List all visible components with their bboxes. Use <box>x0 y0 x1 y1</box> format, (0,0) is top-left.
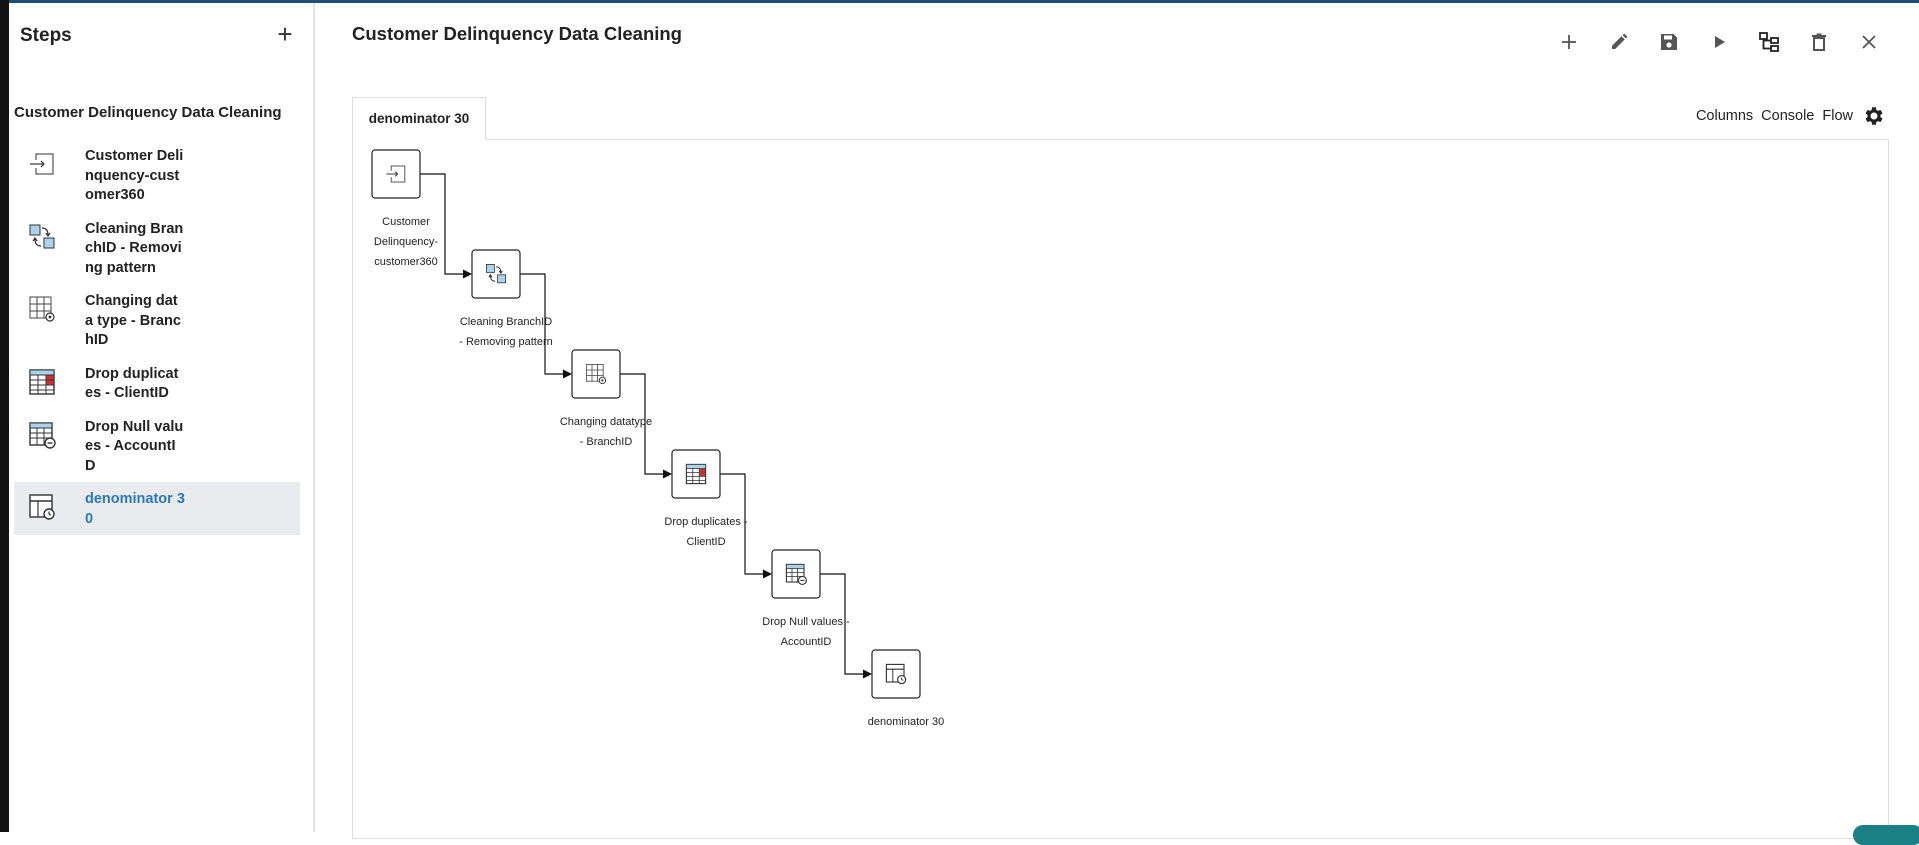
console-link[interactable]: Console <box>1761 108 1814 124</box>
flow-node[interactable]: denominator 30 <box>868 649 944 728</box>
transform-icon <box>27 222 67 252</box>
table-red-icon <box>685 463 707 485</box>
flow-node-label: customer360 <box>374 256 438 268</box>
connector-arrowhead <box>763 569 772 579</box>
flow-node-box <box>571 349 621 399</box>
table-circle-icon <box>27 420 67 450</box>
close-button[interactable] <box>1844 29 1894 59</box>
input-icon <box>27 149 67 179</box>
steps-title: Steps <box>20 25 72 46</box>
sidebar-step-item[interactable]: Changing data type - BranchID <box>14 284 300 357</box>
edit-icon <box>1609 32 1629 57</box>
flow-node-label: AccountID <box>781 636 832 648</box>
step-list: Customer Delinquency-customer360 Cleaning… <box>14 139 300 535</box>
connector-arrowhead <box>863 669 872 679</box>
run-icon <box>1709 32 1729 57</box>
sidebar-step-label: denominator 30 <box>85 491 185 527</box>
sidebar-step-item[interactable]: Drop Null values - AccountID <box>14 410 300 483</box>
flow-node-label: ClientID <box>686 536 725 548</box>
flow-node-box <box>471 249 521 299</box>
flow-node[interactable]: Drop Null values - AccountID <box>762 549 850 648</box>
flow-tree-button[interactable] <box>1744 29 1794 59</box>
panel-links: Columns Console Flow <box>1688 104 1885 128</box>
sidebar-step-item[interactable]: Customer Delinquency-customer360 <box>14 139 300 212</box>
flow-node-label: - BranchID <box>580 436 633 448</box>
sidebar-step-label: Cleaning BranchID - Removing pattern <box>85 220 184 276</box>
save-icon <box>1659 32 1679 57</box>
sidebar-step-item[interactable]: Drop duplicates - ClientID <box>14 357 300 410</box>
flow-node-label: denominator 30 <box>868 716 944 728</box>
toolbar <box>1544 29 1894 59</box>
flow-node[interactable]: Cleaning BranchID - Removing pattern <box>459 249 553 348</box>
window-edge <box>0 0 9 832</box>
flow-node[interactable]: Customer Delinquency-customer360 <box>371 149 439 268</box>
connector-arrowhead <box>663 469 672 479</box>
save-button[interactable] <box>1644 29 1694 59</box>
connector-arrowhead <box>463 269 472 279</box>
flow-node-label: Cleaning BranchID <box>460 316 552 328</box>
add-icon <box>1559 32 1579 57</box>
main-panel: Customer Delinquency Data Cleaning denom… <box>317 3 1919 845</box>
run-button[interactable] <box>1694 29 1744 59</box>
grid-gear-icon <box>27 294 67 324</box>
sidebar-step-label: Customer Delinquency-customer360 <box>85 148 184 203</box>
flow-name-heading: Customer Delinquency Data Cleaning <box>14 104 282 121</box>
flow-diagram: Customer Delinquency-customer360 Cleaning … <box>371 149 944 728</box>
tree-icon <box>1758 31 1780 58</box>
add-button[interactable] <box>1544 29 1594 59</box>
table-red-icon <box>27 367 67 397</box>
sidebar-step-label: Changing data type - BranchID <box>85 293 181 348</box>
flow-node[interactable]: Drop duplicates - ClientID <box>664 449 748 548</box>
flow-node-label: Customer <box>382 216 430 228</box>
delete-button[interactable] <box>1794 29 1844 59</box>
flow-node-label: Changing datatype <box>560 416 652 428</box>
sidebar-step-item[interactable]: Cleaning BranchID - Removing pattern <box>14 212 300 285</box>
connector-arrowhead <box>563 369 572 379</box>
tab-denominator-30[interactable]: denominator 30 <box>352 97 486 140</box>
flow-node-label: Drop Null values - <box>762 616 850 628</box>
sidebar-step-label: Drop duplicates - ClientID <box>85 365 179 402</box>
gear-icon[interactable] <box>1861 104 1885 128</box>
flow-node-label: - Removing pattern <box>459 336 553 348</box>
add-step-button[interactable]: + <box>270 20 300 50</box>
flow-link[interactable]: Flow <box>1822 108 1853 124</box>
steps-sidebar: Steps + Customer Delinquency Data Cleani… <box>9 3 315 832</box>
flow-canvas[interactable]: Customer Delinquency-customer360 Cleaning … <box>352 139 1889 839</box>
page-title: Customer Delinquency Data Cleaning <box>352 23 682 44</box>
sidebar-step-label: Drop Null values - AccountID <box>85 418 184 474</box>
table-circle-icon <box>785 563 807 585</box>
output-table-icon <box>27 492 67 522</box>
flow-node-label: Delinquency- <box>374 236 439 248</box>
edit-button[interactable] <box>1594 29 1644 59</box>
flow-node-label: Drop duplicates - <box>664 516 747 528</box>
sidebar-step-item[interactable]: denominator 30 <box>14 482 300 535</box>
delete-icon <box>1809 32 1829 57</box>
flow-node[interactable]: Changing datatype - BranchID <box>560 349 652 448</box>
corner-action-button[interactable] <box>1853 825 1919 845</box>
columns-link[interactable]: Columns <box>1696 108 1753 124</box>
close-icon <box>1859 32 1879 57</box>
output-table-icon <box>885 663 907 685</box>
